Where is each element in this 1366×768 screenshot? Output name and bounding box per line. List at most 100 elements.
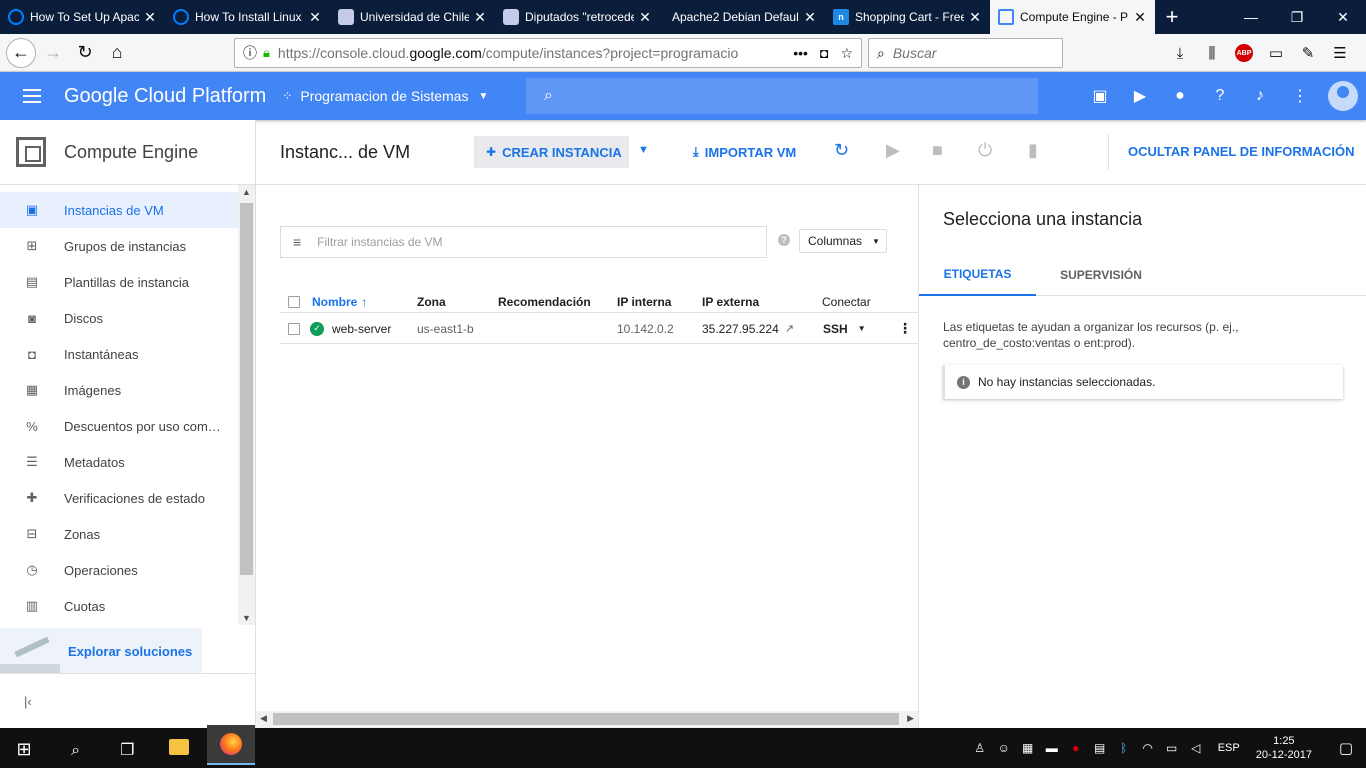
sidebar-item-committed-discounts[interactable]: % Descuentos por uso comprometido	[0, 408, 238, 444]
external-ip-link[interactable]: 35.227.95.224	[702, 322, 779, 336]
column-name-header[interactable]: Nombre ↑	[312, 291, 367, 312]
eyedropper-icon[interactable]: ✎	[1294, 38, 1322, 68]
scroll-down-arrow-icon[interactable]: ▼	[238, 613, 255, 623]
help-icon[interactable]: ?	[1200, 87, 1240, 105]
file-explorer-icon[interactable]	[155, 727, 203, 767]
chevron-down-icon[interactable]: ▼	[858, 324, 866, 333]
sidebar-item-zones[interactable]: ⊟ Zonas	[0, 516, 238, 552]
sidebar-item-operations[interactable]: ◷ Operaciones	[0, 552, 238, 588]
menu-icon[interactable]: ☰	[1326, 38, 1354, 68]
sidebar-scrollbar[interactable]: ▲ ▼	[238, 185, 255, 625]
browser-tab-5[interactable]: Apache2 Debian Default ✕	[660, 0, 825, 34]
columns-dropdown[interactable]: Columnas ▼	[799, 229, 887, 253]
lock-icon[interactable]: 🔒︎	[263, 45, 270, 61]
start-icon[interactable]: ▶	[886, 140, 900, 161]
open-in-new-icon[interactable]: ↗	[785, 322, 794, 335]
mega-icon[interactable]: ●	[1064, 741, 1088, 755]
volume-icon[interactable]: ◁	[1184, 741, 1208, 755]
gcp-logo-title[interactable]: Google Cloud Platform	[64, 85, 266, 108]
hide-info-panel-button[interactable]: OCULTAR PANEL DE INFORMACIÓN	[1128, 144, 1355, 159]
help-icon[interactable]: ?	[778, 234, 790, 246]
create-instance-button[interactable]: ✚ CREAR INSTANCIA	[474, 136, 629, 168]
horizontal-scrollbar[interactable]: ◀ ▶	[256, 711, 918, 728]
sidebar-item-images[interactable]: ▦ Imágenes	[0, 372, 238, 408]
minimize-icon[interactable]: —	[1228, 0, 1274, 34]
create-dropdown-chevron-icon[interactable]: ▼	[638, 144, 649, 156]
browser-tab-6[interactable]: n Shopping Cart - Free ✕	[825, 0, 990, 34]
sidebar-item-instance-groups[interactable]: ⊞ Grupos de instancias	[0, 228, 238, 264]
browser-tab-1[interactable]: How To Set Up Apache ✕	[0, 0, 165, 34]
home-icon[interactable]: ⌂	[102, 38, 132, 68]
hamburger-menu-icon[interactable]	[0, 95, 64, 97]
close-icon[interactable]: ✕	[638, 9, 652, 26]
pocket-icon[interactable]: ◘	[820, 45, 828, 62]
tab-monitoring[interactable]: SUPERVISIÓN	[1043, 253, 1159, 296]
explore-solutions-link[interactable]: Explorar soluciones	[68, 644, 192, 659]
sidebar-item-vm-instances[interactable]: ▣ Instancias de VM	[0, 192, 238, 228]
column-internal-ip-header[interactable]: IP interna	[617, 291, 671, 312]
scrollbar-thumb[interactable]	[273, 713, 899, 725]
adblock-icon[interactable]: ABP	[1235, 44, 1253, 62]
bookmark-star-icon[interactable]: ☆	[840, 45, 853, 62]
select-all-checkbox[interactable]	[288, 291, 300, 312]
close-icon[interactable]: ✕	[803, 9, 817, 26]
battery-icon[interactable]: ▭	[1160, 741, 1184, 755]
gcp-search-input[interactable]: ⌕	[526, 78, 1038, 114]
display-icon[interactable]: ▬	[1040, 741, 1064, 755]
system-clock[interactable]: 1:25 20-12-2017	[1256, 734, 1312, 762]
sidebar-item-instance-templates[interactable]: ▤ Plantillas de instancia	[0, 264, 238, 300]
close-icon[interactable]: ✕	[473, 9, 487, 26]
browser-tab-4[interactable]: Diputados "retroceden ✕	[495, 0, 660, 34]
close-icon[interactable]: ✕	[968, 9, 982, 26]
browser-tab-2[interactable]: How To Install Linux ✕	[165, 0, 330, 34]
project-selector[interactable]: ⁘ Programacion de Sistemas ▼	[282, 88, 488, 104]
close-icon[interactable]: ✕	[1133, 9, 1147, 26]
collapse-sidebar-icon[interactable]: |‹	[0, 673, 255, 728]
windows-start-icon[interactable]: ⊞	[0, 730, 48, 768]
close-icon[interactable]: ✕	[308, 9, 322, 26]
emoji-app-icon[interactable]: ☺	[992, 741, 1016, 755]
firefox-icon[interactable]	[206, 725, 255, 765]
search-icon[interactable]: ⌕	[52, 731, 100, 768]
avatar[interactable]	[1328, 81, 1358, 111]
sidebar-item-metadata[interactable]: ☰ Metadatos	[0, 444, 238, 480]
scroll-left-arrow-icon[interactable]: ◀	[260, 713, 267, 724]
app-tray-icon[interactable]: ▦	[1016, 741, 1040, 755]
filter-instances-input[interactable]: ≡ Filtrar instancias de VM	[280, 226, 767, 258]
action-center-icon[interactable]: ▢	[1326, 739, 1366, 757]
scroll-up-arrow-icon[interactable]: ▲	[238, 187, 255, 197]
browser-search-input[interactable]: ⌕ Buscar	[868, 38, 1063, 68]
sidebar-item-quotas[interactable]: ▥ Cuotas	[0, 588, 238, 624]
gift-icon[interactable]: ▣	[1080, 86, 1120, 106]
reload-icon[interactable]: ↻	[70, 38, 100, 68]
stop-icon[interactable]: ■	[932, 140, 943, 161]
new-tab-button[interactable]: +	[1155, 0, 1189, 34]
browser-tab-7[interactable]: Compute Engine - P ✕	[990, 0, 1155, 34]
row-checkbox[interactable]	[288, 314, 300, 343]
import-vm-button[interactable]: ⤓ IMPORTAR VM	[693, 144, 796, 160]
table-row[interactable]: ✓ web-server us-east1-b 10.142.0.2 35.22…	[280, 314, 918, 344]
column-zone-header[interactable]: Zona	[417, 291, 446, 312]
sidebar-item-snapshots[interactable]: ◘ Instantáneas	[0, 336, 238, 372]
close-window-icon[interactable]: ✕	[1320, 0, 1366, 34]
task-view-icon[interactable]: ❐	[103, 730, 151, 768]
ssh-button[interactable]: SSH ▼	[823, 314, 866, 343]
browser-tab-3[interactable]: Universidad de Chile ✕	[330, 0, 495, 34]
notifications-bell-icon[interactable]: ♪	[1240, 87, 1280, 105]
bluetooth-icon[interactable]: ᛒ	[1112, 741, 1136, 755]
forward-arrow-icon[interactable]: →	[38, 38, 68, 68]
network-monitor-icon[interactable]: ▤	[1088, 741, 1112, 755]
library-icon[interactable]: ⫼	[1198, 38, 1226, 68]
more-vert-icon[interactable]: ⋮	[1280, 86, 1320, 106]
feedback-icon[interactable]: ●	[1160, 87, 1200, 105]
reset-power-icon[interactable]: ⏻	[978, 140, 992, 161]
scrollbar-thumb[interactable]	[240, 203, 253, 575]
sidebar-item-disks[interactable]: ◙ Discos	[0, 300, 238, 336]
instance-name-link[interactable]: web-server	[332, 322, 391, 336]
language-indicator[interactable]: ESP	[1218, 742, 1240, 754]
info-icon[interactable]: ⓘ	[243, 43, 257, 63]
column-recommendation-header[interactable]: Recomendación	[498, 291, 591, 312]
close-icon[interactable]: ✕	[143, 9, 157, 26]
sidebar-item-health-checks[interactable]: ✚ Verificaciones de estado	[0, 480, 238, 516]
people-icon[interactable]: ♙	[968, 741, 992, 755]
